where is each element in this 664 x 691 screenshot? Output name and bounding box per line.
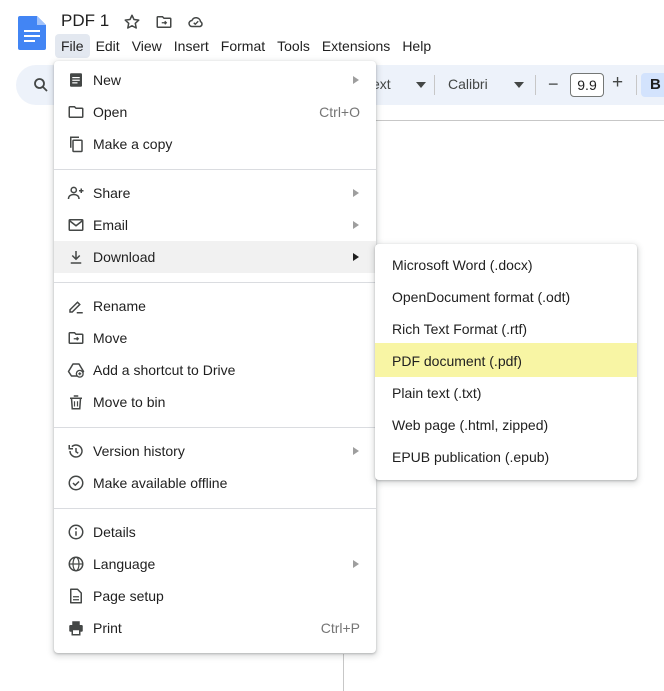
menubar: File Edit View Insert Format Tools Exten… xyxy=(55,34,437,58)
file-menu-new[interactable]: New xyxy=(54,64,376,96)
download-docx[interactable]: Microsoft Word (.docx) xyxy=(375,247,637,281)
page-setup-icon xyxy=(67,587,85,605)
history-icon xyxy=(67,442,85,460)
submenu-arrow-icon xyxy=(353,221,359,229)
submenu-arrow-icon xyxy=(353,253,359,261)
menu-insert[interactable]: Insert xyxy=(168,34,215,58)
doc-new-icon xyxy=(67,71,85,89)
submenu-arrow-icon xyxy=(353,189,359,197)
file-menu-version-history[interactable]: Version history xyxy=(54,435,376,467)
submenu-arrow-icon xyxy=(353,447,359,455)
toolbar-divider xyxy=(434,75,435,95)
increase-font-size-button[interactable]: + xyxy=(612,72,623,94)
style-caret-icon[interactable] xyxy=(416,82,426,88)
download-icon xyxy=(67,248,85,266)
menu-divider xyxy=(54,427,376,428)
font-family-dropdown[interactable]: Calibri xyxy=(448,76,488,92)
menu-extensions[interactable]: Extensions xyxy=(316,34,396,58)
download-html[interactable]: Web page (.html, zipped) xyxy=(375,407,637,441)
font-size-input[interactable]: 9.9 xyxy=(570,73,604,97)
star-icon[interactable] xyxy=(122,12,142,32)
person-add-icon xyxy=(67,184,85,202)
download-txt[interactable]: Plain text (.txt) xyxy=(375,375,637,409)
move-folder-icon[interactable] xyxy=(154,12,174,32)
file-menu-language[interactable]: Language xyxy=(54,548,376,580)
globe-icon xyxy=(67,555,85,573)
search-menus-icon[interactable] xyxy=(32,76,50,94)
file-menu-move[interactable]: Move xyxy=(54,322,376,354)
menu-help[interactable]: Help xyxy=(396,34,437,58)
toolbar-divider xyxy=(535,75,536,95)
font-caret-icon[interactable] xyxy=(514,82,524,88)
file-menu-details[interactable]: Details xyxy=(54,516,376,548)
toolbar-divider xyxy=(636,75,637,95)
file-menu-move-to-bin[interactable]: Move to bin xyxy=(54,386,376,418)
file-menu-make-copy[interactable]: Make a copy xyxy=(54,128,376,160)
add-to-drive-icon xyxy=(67,361,85,379)
mail-icon xyxy=(67,216,85,234)
menu-file[interactable]: File xyxy=(55,34,90,58)
download-rtf[interactable]: Rich Text Format (.rtf) xyxy=(375,311,637,345)
file-menu-page-setup[interactable]: Page setup xyxy=(54,580,376,612)
submenu-arrow-icon xyxy=(353,76,359,84)
bold-button[interactable]: B xyxy=(641,73,664,97)
printer-icon xyxy=(67,619,85,637)
decrease-font-size-button[interactable]: − xyxy=(548,74,559,95)
file-menu-download[interactable]: Download xyxy=(54,241,376,273)
copy-icon xyxy=(67,135,85,153)
menu-divider xyxy=(54,169,376,170)
offline-check-icon xyxy=(67,474,85,492)
file-menu-share[interactable]: Share xyxy=(54,177,376,209)
download-epub[interactable]: EPUB publication (.epub) xyxy=(375,439,637,473)
menu-edit[interactable]: Edit xyxy=(90,34,126,58)
file-menu-rename[interactable]: Rename xyxy=(54,290,376,322)
rename-pencil-icon xyxy=(67,297,85,315)
drive-move-icon xyxy=(67,329,85,347)
document-title[interactable]: PDF 1 xyxy=(61,11,109,31)
submenu-arrow-icon xyxy=(353,560,359,568)
file-menu-print[interactable]: Print Ctrl+P xyxy=(54,612,376,644)
trash-icon xyxy=(67,393,85,411)
docs-logo-icon[interactable] xyxy=(18,16,46,50)
download-submenu: Microsoft Word (.docx) OpenDocument form… xyxy=(375,244,637,480)
menu-tools[interactable]: Tools xyxy=(271,34,316,58)
menu-format[interactable]: Format xyxy=(215,34,271,58)
page-left-border xyxy=(343,654,344,691)
file-menu-open[interactable]: Open Ctrl+O xyxy=(54,96,376,128)
page-top-border xyxy=(376,120,664,121)
download-odt[interactable]: OpenDocument format (.odt) xyxy=(375,279,637,313)
file-menu-make-offline[interactable]: Make available offline xyxy=(54,467,376,499)
download-pdf[interactable]: PDF document (.pdf) xyxy=(375,343,637,377)
menu-divider xyxy=(54,508,376,509)
menu-view[interactable]: View xyxy=(126,34,168,58)
info-icon xyxy=(67,523,85,541)
file-menu-add-shortcut[interactable]: Add a shortcut to Drive xyxy=(54,354,376,386)
cloud-status-icon[interactable] xyxy=(186,12,206,32)
folder-open-icon xyxy=(67,103,85,121)
file-menu-email[interactable]: Email xyxy=(54,209,376,241)
file-menu: New Open Ctrl+O Make a copy Share Email … xyxy=(54,61,376,653)
menu-divider xyxy=(54,282,376,283)
